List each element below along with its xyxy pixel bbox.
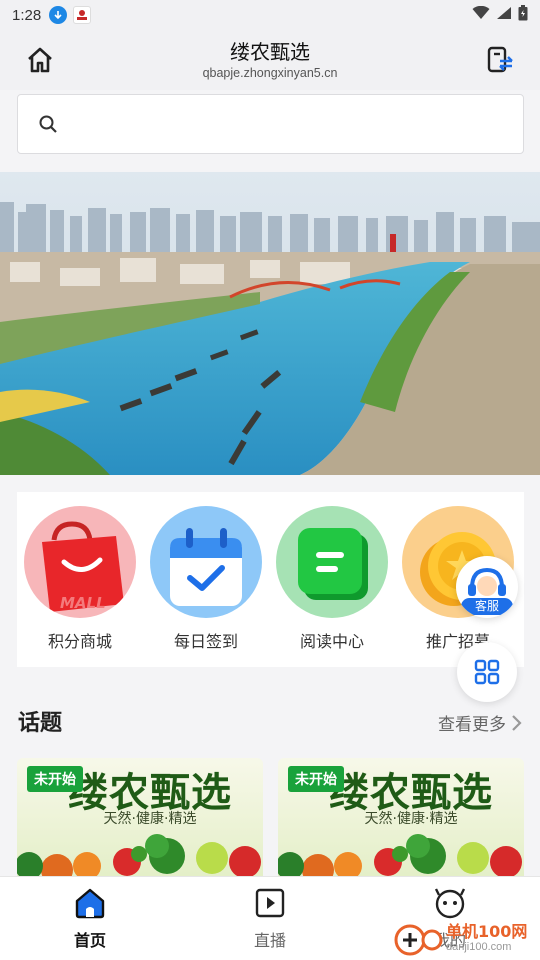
category-label: 每日签到 <box>173 632 238 651</box>
topic-card[interactable]: 未开始 缕农甄选 天然·健康·精选 <box>278 758 524 876</box>
chevron-right-icon <box>512 714 522 731</box>
switch-icon <box>487 46 513 73</box>
topics-heading: 话题 <box>18 711 63 736</box>
calendar-check-icon <box>150 506 262 618</box>
watermark-text: 单机100网 <box>446 922 528 941</box>
watermark: 单机100网 danji100.com <box>392 916 540 960</box>
nav-item-home[interactable]: 首页 <box>40 887 140 951</box>
category-label: 阅读中心 <box>299 632 364 651</box>
page-url: qbapje.zhongxinyan5.cn <box>202 66 338 80</box>
app-header: 缕农甄选 qbapje.zhongxinyan5.cn <box>0 30 540 90</box>
home-button[interactable] <box>22 44 58 76</box>
customer-service-button[interactable]: 客服 <box>456 556 518 618</box>
signal-icon <box>496 6 512 24</box>
category-item-mall[interactable]: MALL 积分商城 <box>23 506 137 652</box>
home-icon <box>75 888 105 919</box>
play-icon <box>255 888 285 918</box>
watermark-logo-icon <box>394 924 443 956</box>
status-badge: 未开始 <box>27 766 83 792</box>
wifi-icon <box>472 5 490 24</box>
city-banner-image[interactable] <box>0 172 540 475</box>
search-input[interactable] <box>17 94 524 154</box>
battery-icon <box>518 5 528 25</box>
service-label: 客服 <box>461 598 513 615</box>
topic-card[interactable]: 未开始 缕农甄选 天然·健康·精选 <box>17 758 263 876</box>
status-bar: 1:28 <box>0 0 540 30</box>
nav-label: 直播 <box>253 931 286 950</box>
status-badge: 未开始 <box>288 766 344 792</box>
search-icon <box>39 115 57 133</box>
menu-grid-button[interactable] <box>457 642 517 702</box>
category-panel: MALL 积分商城 每日签到 阅读中心 推广招募 <box>17 492 524 667</box>
category-label: 积分商城 <box>47 632 112 651</box>
watermark-url: danji100.com <box>446 941 512 953</box>
view-more-link[interactable]: 查看更多 <box>438 710 522 735</box>
nav-label: 首页 <box>73 931 106 950</box>
category-item-reading[interactable]: 阅读中心 <box>275 506 389 652</box>
switch-button[interactable] <box>482 44 518 76</box>
app-notification-icon <box>73 6 92 24</box>
profile-icon <box>434 888 466 919</box>
home-icon <box>28 47 52 73</box>
document-icon <box>276 506 388 618</box>
nav-item-live[interactable]: 直播 <box>220 887 320 951</box>
grid-icon <box>474 659 500 685</box>
download-icon <box>49 6 68 24</box>
status-time: 1:28 <box>12 6 42 24</box>
page-title: 缕农甄选 <box>229 40 310 64</box>
category-item-checkin[interactable]: 每日签到 <box>149 506 263 652</box>
view-more-label: 查看更多 <box>438 715 506 735</box>
shopping-bag-icon: MALL <box>24 506 136 618</box>
mall-bag-text: MALL <box>60 594 106 612</box>
